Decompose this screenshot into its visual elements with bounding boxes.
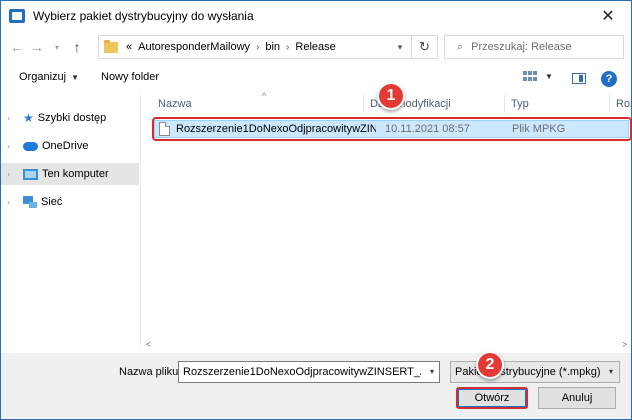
command-bar: Organizuj ▼ Nowy folder ▼ ? — [1, 63, 631, 93]
close-button[interactable]: ✕ — [585, 1, 631, 31]
column-divider[interactable] — [504, 95, 505, 113]
refresh-icon[interactable]: ↻ — [411, 36, 437, 58]
expand-chevron-icon[interactable]: › — [7, 169, 19, 179]
breadcrumb-separator-icon[interactable]: › — [256, 42, 259, 53]
expand-chevron-icon[interactable]: › — [7, 113, 19, 123]
column-divider[interactable] — [363, 95, 364, 113]
highlight-annotation-box — [152, 117, 632, 141]
up-arrow-icon[interactable]: ↑ — [67, 35, 87, 59]
scroll-right-arrow-icon[interactable]: > — [622, 340, 627, 349]
cloud-icon — [23, 141, 38, 151]
filename-value: Rozszerzenie1DoNexoOdjpracowitywZINSERT_… — [183, 366, 421, 378]
window-title: Wybierz pakiet dystrybucyjny do wysłania — [33, 9, 254, 23]
organize-button[interactable]: Organizuj ▼ — [19, 71, 79, 83]
navigation-row: ← → ▾ ↑ « AutoresponderMailowy › bin › R… — [1, 31, 631, 63]
filename-input[interactable]: Rozszerzenie1DoNexoOdjpracowitywZINSERT_… — [178, 361, 440, 383]
scroll-left-arrow-icon[interactable]: < — [146, 340, 151, 349]
chevron-down-icon: ▼ — [545, 71, 553, 81]
step-marker-1: 1 — [377, 82, 405, 110]
filename-label: Nazwa pliku: — [119, 366, 182, 378]
chevron-down-icon: ▼ — [71, 72, 79, 82]
horizontal-scrollbar[interactable]: < > — [142, 337, 631, 353]
sidebar-item-label: OneDrive — [42, 140, 89, 152]
sidebar-item-onedrive[interactable]: › OneDrive — [1, 135, 139, 157]
sidebar-item-label: Ten komputer — [42, 168, 109, 180]
breadcrumb-overflow[interactable]: « — [126, 41, 132, 53]
search-box[interactable]: ⌕ Przeszukaj: Release — [444, 35, 624, 59]
step-marker-2: 2 — [476, 351, 504, 379]
view-grid-icon — [523, 71, 537, 81]
search-placeholder: Przeszukaj: Release — [471, 41, 572, 53]
open-button[interactable]: Otwórz — [456, 387, 528, 409]
title-bar: Wybierz pakiet dystrybucyjny do wysłania… — [1, 1, 631, 31]
star-icon: ★ — [23, 111, 34, 125]
navigation-pane: › ★ Szybki dostęp › OneDrive › Ten kompu… — [1, 93, 141, 346]
cancel-button[interactable]: Anuluj — [538, 387, 616, 409]
sidebar-item-label: Sieć — [41, 196, 63, 208]
column-divider[interactable] — [609, 95, 610, 113]
column-header-type[interactable]: Typ — [511, 93, 529, 115]
breadcrumb-bin[interactable]: bin — [265, 41, 280, 53]
breadcrumb-separator-icon[interactable]: › — [286, 42, 289, 53]
file-list: Nazwa ^ Data modyfikacji Typ Roz Rozszer… — [142, 91, 632, 346]
sidebar-item-label: Szybki dostęp — [37, 112, 107, 124]
sidebar-item-network[interactable]: › Sieć — [1, 191, 139, 213]
address-dropdown-chevron-icon[interactable]: ▾ — [391, 36, 409, 58]
sidebar-item-quick-access[interactable]: › ★ Szybki dostęp — [1, 107, 139, 129]
preview-pane-icon[interactable] — [572, 73, 586, 84]
recent-locations-chevron-icon[interactable]: ▾ — [47, 35, 67, 59]
computer-icon — [23, 168, 38, 180]
search-icon: ⌕ — [457, 40, 464, 53]
network-icon — [23, 196, 37, 208]
expand-chevron-icon[interactable]: › — [7, 141, 19, 151]
sort-ascending-icon: ^ — [262, 91, 267, 101]
expand-chevron-icon[interactable]: › — [7, 197, 19, 207]
address-bar[interactable]: « AutoresponderMailowy › bin › Release ▾… — [98, 35, 438, 59]
dialog-icon — [9, 9, 25, 23]
back-arrow-icon[interactable]: ← — [7, 35, 27, 59]
breadcrumb-autorespondermailowy[interactable]: AutoresponderMailowy — [138, 41, 250, 53]
file-dialog-window: Wybierz pakiet dystrybucyjny do wysłania… — [0, 0, 632, 420]
folder-icon — [104, 39, 118, 53]
column-header-size[interactable]: Roz — [616, 93, 632, 115]
organize-label: Organizuj — [19, 71, 67, 83]
dialog-footer: Nazwa pliku: Rozszerzenie1DoNexoOdjpraco… — [1, 353, 631, 419]
change-view-button[interactable]: ▼ — [523, 71, 553, 81]
forward-arrow-icon[interactable]: → — [27, 35, 47, 59]
column-header-name[interactable]: Nazwa — [158, 93, 192, 115]
help-icon[interactable]: ? — [601, 71, 617, 87]
new-folder-button[interactable]: Nowy folder — [101, 71, 159, 83]
breadcrumb-release[interactable]: Release — [295, 41, 335, 53]
chevron-down-icon: ▾ — [608, 367, 613, 376]
chevron-down-icon[interactable]: ▾ — [430, 367, 434, 376]
sidebar-item-this-pc[interactable]: › Ten komputer — [1, 163, 139, 185]
